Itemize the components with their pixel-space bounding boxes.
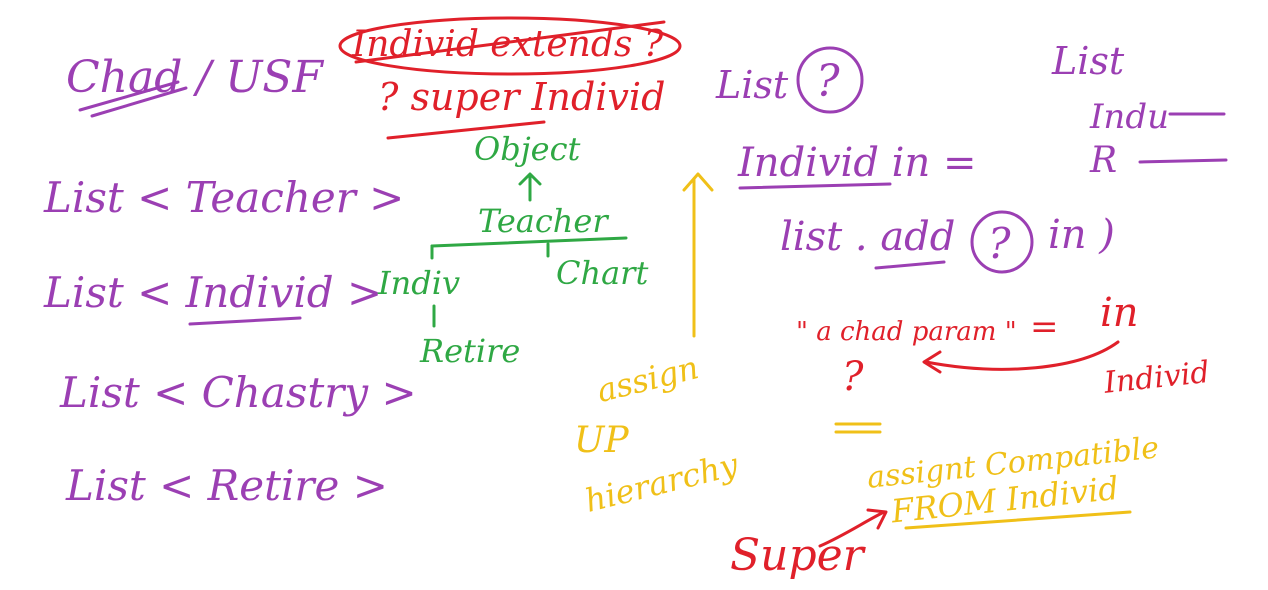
hierarchy-chart: Chart [556, 254, 648, 292]
hierarchy-teacher: Teacher [478, 202, 609, 240]
list-retire: List < Retire > [65, 461, 388, 510]
list-individ: List < Individ > [43, 268, 382, 317]
actual-param: " a chad param " [796, 317, 1017, 347]
individ-red: Individ [1101, 355, 1211, 401]
hierarchy-indiv: Indiv [377, 264, 460, 302]
add-suffix: in ) [1048, 212, 1115, 258]
indu-label: Indu [1089, 97, 1169, 137]
list-teacher: List < Teacher > [43, 173, 404, 222]
assign-statement: Individ in = [737, 140, 976, 186]
hierarchy-retire: Retire [419, 332, 520, 370]
r-label: R [1089, 140, 1117, 181]
header-chad-usf: Chad / USF [66, 52, 324, 103]
whiteboard-canvas: Chad / USF List < Teacher > List < Indiv… [43, 16, 1228, 581]
super-red-bottom: Super [730, 530, 867, 581]
q-red: ? [842, 354, 864, 400]
note-up: UP [574, 420, 629, 461]
list-chastry: List < Chastry > [59, 368, 417, 417]
note-assign: assign [593, 348, 702, 410]
list-individ-underline [188, 316, 302, 326]
super-individ-line: ? super Individ [378, 75, 665, 119]
eq-red: = [1030, 307, 1059, 347]
list-top-right: List [1051, 39, 1125, 83]
list-q: List [715, 63, 789, 107]
list-q-mark: ? [816, 56, 840, 107]
add-prefix: list . add [780, 214, 955, 260]
r-line [1138, 158, 1228, 164]
hierarchy-object: Object [474, 130, 581, 168]
up-arrow-head [682, 172, 714, 192]
in-red: in [1100, 290, 1139, 336]
add-q-mark: ? [988, 219, 1011, 268]
crossed-individ-extends: Individ extends ? [351, 24, 664, 65]
add-underline [874, 260, 946, 270]
